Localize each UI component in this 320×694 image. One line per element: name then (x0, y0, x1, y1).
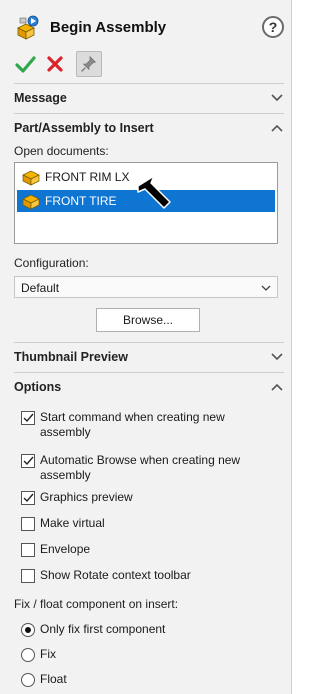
chevron-up-icon[interactable] (270, 380, 284, 394)
document-name: FRONT RIM LX (45, 170, 130, 184)
configuration-label: Configuration: (14, 256, 89, 270)
radio-button[interactable] (21, 673, 35, 687)
checkbox[interactable] (21, 454, 35, 468)
divider (14, 113, 284, 114)
radio-button[interactable] (21, 623, 35, 637)
checkbox-label: Start command when creating new assembly (40, 410, 225, 439)
checkbox[interactable] (21, 543, 35, 557)
pushpin-icon (81, 55, 96, 72)
radio-selected-dot (25, 627, 31, 633)
help-icon[interactable]: ? (262, 16, 284, 38)
checkbox-label: Automatic Browse when creating new assem… (40, 453, 241, 482)
page-title: Begin Assembly (50, 19, 167, 36)
radio-label: Only fix first component (40, 622, 166, 636)
section-thumbnail-title: Thumbnail Preview (14, 350, 128, 364)
chevron-down-icon (261, 285, 271, 291)
checkbox[interactable] (21, 517, 35, 531)
checkbox[interactable] (21, 491, 35, 505)
configuration-value: Default (21, 281, 60, 295)
checkbox-label: Graphics preview (40, 490, 133, 504)
radio-button[interactable] (21, 648, 35, 662)
section-message-title: Message (14, 91, 67, 105)
fix-float-label: Fix / float component on insert: (14, 597, 179, 611)
document-name: FRONT TIRE (45, 194, 117, 208)
configuration-select[interactable]: Default (14, 276, 278, 298)
checkmark-icon (23, 413, 34, 423)
section-options-title: Options (14, 380, 62, 394)
section-message-header[interactable]: Message (14, 89, 284, 109)
cancel-button[interactable] (44, 53, 66, 75)
ok-button[interactable] (14, 53, 36, 75)
open-documents-label: Open documents: (14, 144, 109, 158)
checkbox-label: Make virtual (40, 516, 105, 530)
title-row: Begin Assembly ? (14, 14, 284, 44)
checkbox-label: Envelope (40, 542, 91, 556)
section-insert-title: Part/Assembly to Insert (14, 121, 154, 135)
checkbox-label: Show Rotate context toolbar (40, 568, 191, 582)
property-manager-panel: Begin Assembly ? Message Part/Assembly t… (0, 0, 292, 694)
chevron-down-icon[interactable] (270, 91, 284, 105)
chevron-up-icon[interactable] (270, 121, 284, 135)
part-document-icon (22, 194, 40, 210)
pin-button[interactable] (76, 51, 102, 77)
checkmark-icon (23, 456, 34, 466)
section-insert-header[interactable]: Part/Assembly to Insert (14, 119, 284, 139)
part-document-icon (22, 170, 40, 186)
radio-label: Fix (40, 647, 56, 661)
section-options-header[interactable]: Options (14, 378, 284, 398)
begin-assembly-icon (17, 15, 39, 40)
section-thumbnail-header[interactable]: Thumbnail Preview (14, 348, 284, 368)
mouse-pointer-icon (137, 175, 171, 209)
chevron-down-icon[interactable] (270, 350, 284, 364)
divider (14, 83, 284, 84)
checkbox[interactable] (21, 411, 35, 425)
checkbox[interactable] (21, 569, 35, 583)
divider (14, 372, 284, 373)
browse-button[interactable]: Browse... (96, 308, 200, 332)
checkmark-icon (23, 493, 34, 503)
divider (14, 342, 284, 343)
radio-label: Float (40, 672, 67, 686)
action-row (14, 51, 144, 79)
